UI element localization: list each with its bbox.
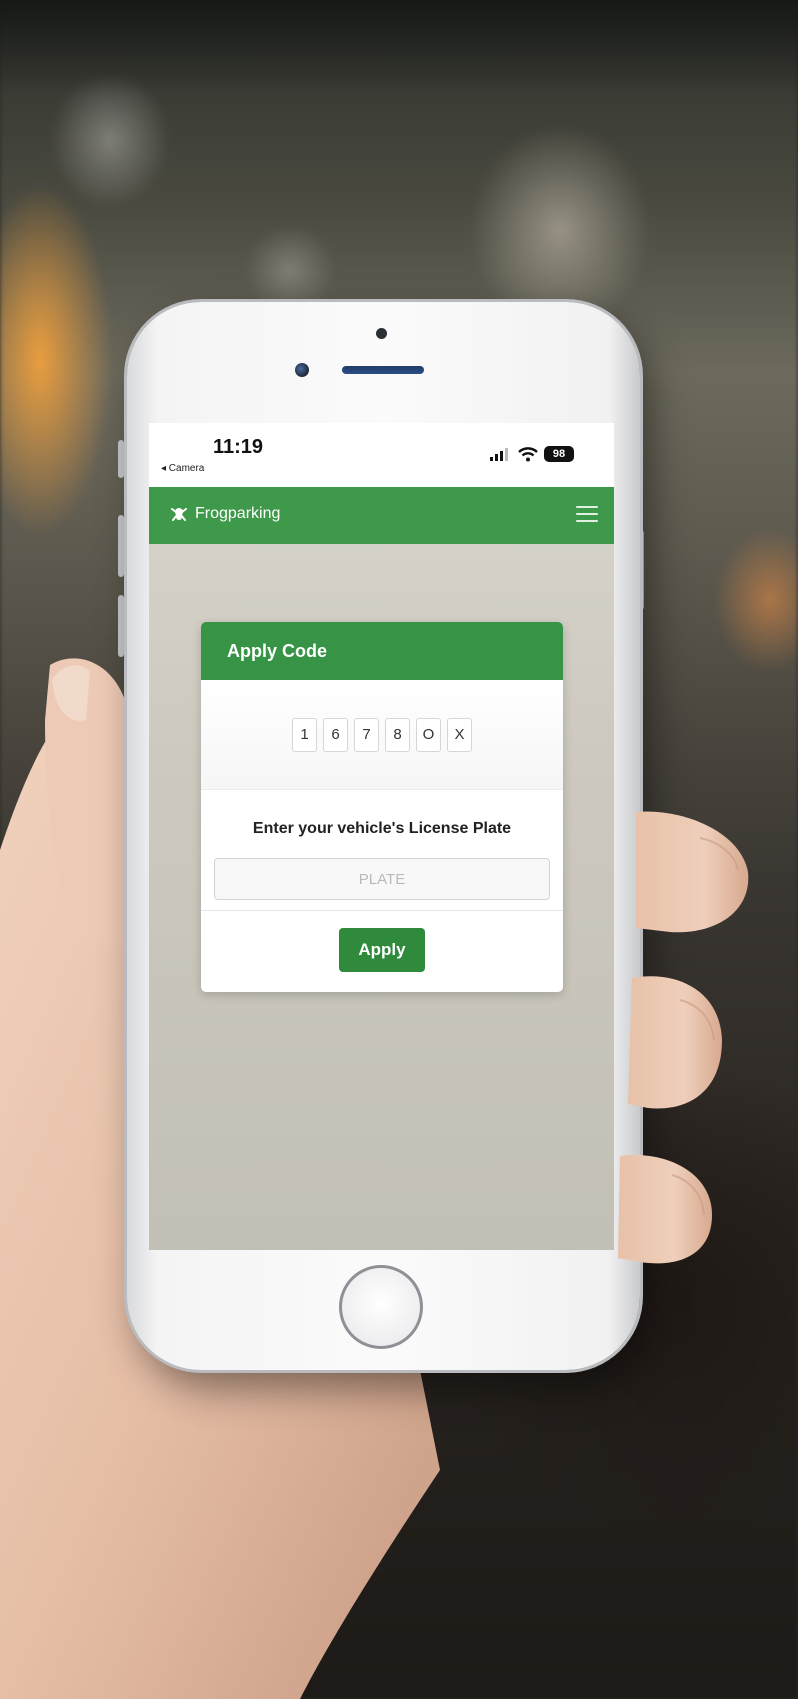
card-header: Apply Code bbox=[201, 622, 563, 680]
apply-button[interactable]: Apply bbox=[339, 928, 425, 972]
code-char: 8 bbox=[385, 717, 410, 752]
top-navbar: Frogparking bbox=[149, 487, 614, 544]
code-char: X bbox=[447, 717, 472, 752]
phone-volume-up bbox=[118, 515, 124, 577]
brand-link[interactable]: Frogparking bbox=[169, 504, 280, 524]
card-title: Apply Code bbox=[227, 640, 328, 661]
background-shadow bbox=[0, 0, 798, 95]
battery-icon: 98 bbox=[544, 446, 574, 462]
phone-screen: 11:19 ◂ Camera 98 Frogparking Apply Code… bbox=[149, 423, 614, 1250]
frog-logo-icon bbox=[171, 508, 187, 521]
earpiece-speaker bbox=[342, 366, 424, 374]
menu-icon[interactable] bbox=[576, 506, 598, 524]
apply-code-card: Apply Code 1 6 7 8 O X Enter your vehicl… bbox=[201, 622, 563, 992]
plate-label: Enter your vehicle's License Plate bbox=[252, 820, 512, 837]
back-to-camera-link[interactable]: ◂ Camera bbox=[161, 463, 204, 474]
signal-icon bbox=[490, 448, 508, 461]
code-char: 6 bbox=[323, 717, 348, 752]
code-display: 1 6 7 8 O X bbox=[201, 680, 563, 790]
plate-input[interactable] bbox=[214, 858, 550, 900]
wifi-icon bbox=[518, 446, 538, 461]
brand-name: Frogparking bbox=[195, 505, 281, 522]
code-char: O bbox=[416, 717, 441, 752]
phone-volume-down bbox=[118, 595, 124, 657]
status-bar: 11:19 ◂ Camera 98 bbox=[149, 423, 614, 487]
status-time: 11:19 bbox=[213, 436, 264, 458]
card-divider bbox=[201, 910, 563, 911]
code-char: 7 bbox=[354, 717, 379, 752]
phone-side-button bbox=[118, 440, 124, 478]
status-icons: 98 bbox=[490, 446, 574, 462]
home-button[interactable] bbox=[339, 1265, 423, 1349]
proximity-sensor bbox=[376, 328, 387, 339]
code-char: 1 bbox=[292, 717, 317, 752]
front-camera bbox=[295, 363, 309, 377]
